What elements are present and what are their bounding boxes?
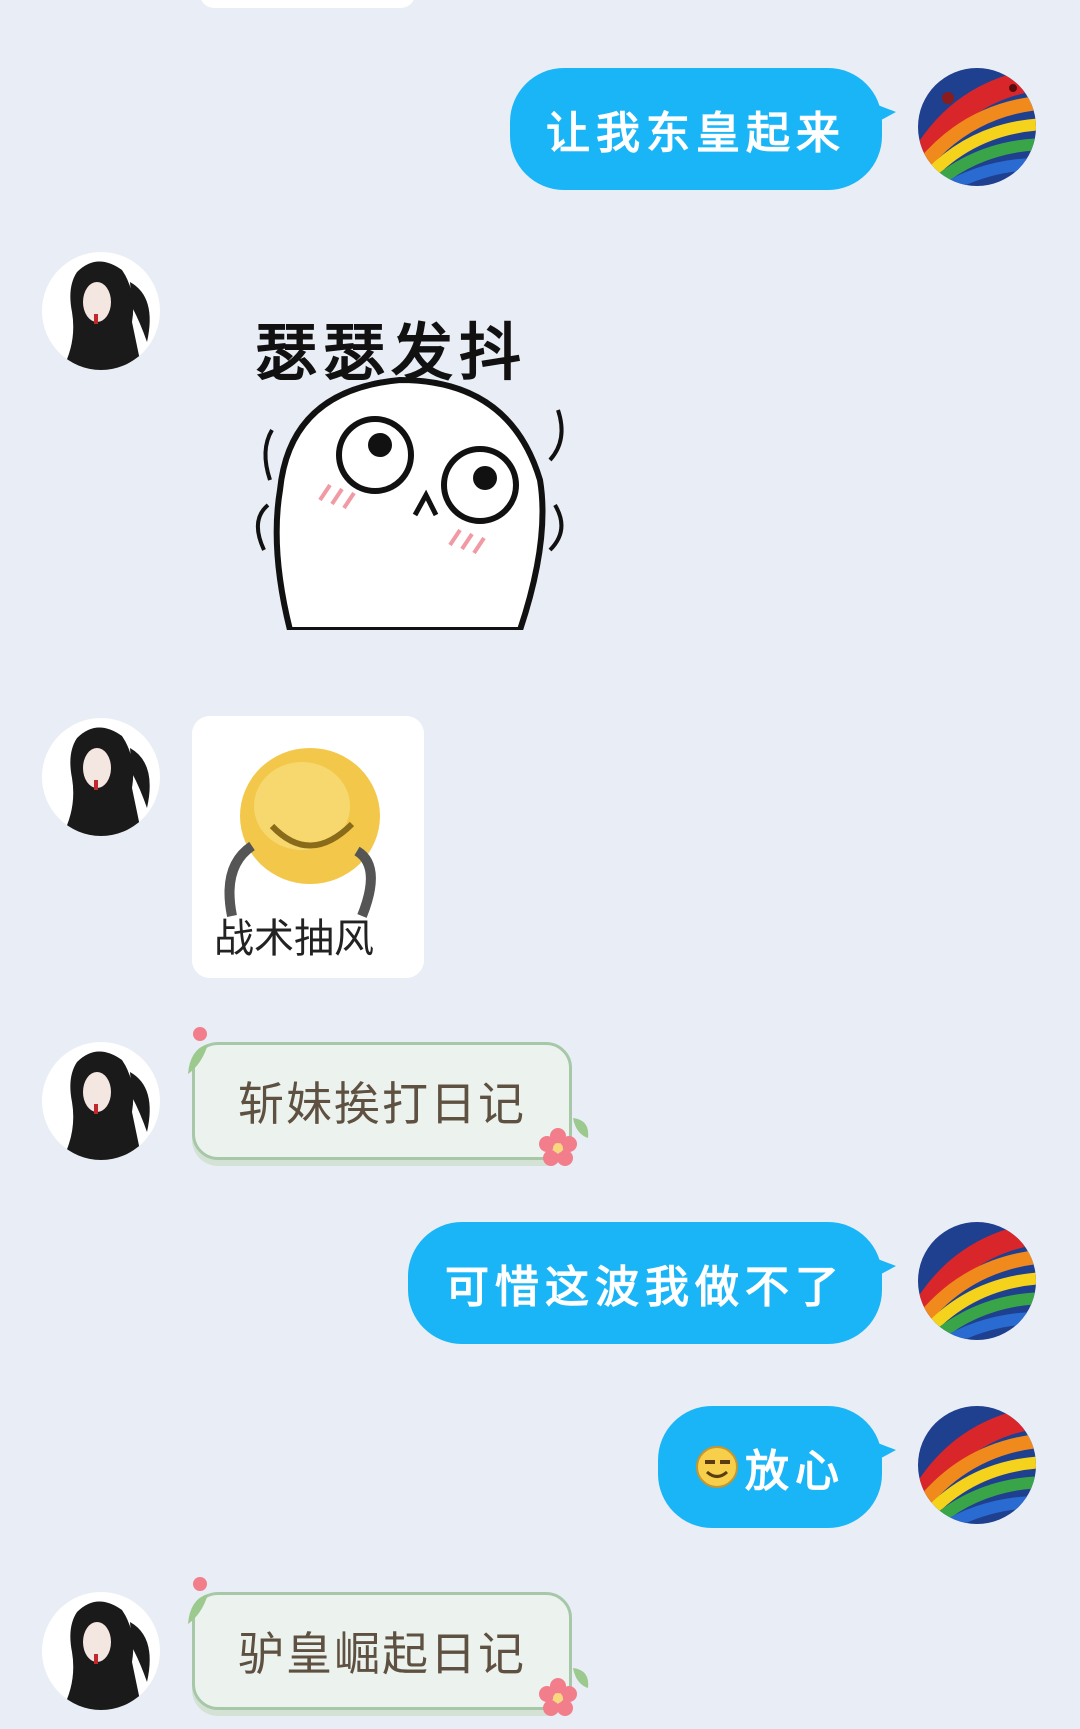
flower-leaf-decoration-icon [188, 1027, 208, 1074]
message-bubble-other[interactable]: 驴皇崛起日记 [192, 1592, 572, 1710]
other-avatar[interactable] [42, 252, 160, 370]
previous-message-fragment [200, 0, 415, 8]
flower-decoration-icon [539, 1668, 589, 1716]
anime-character-avatar-icon [42, 1042, 160, 1160]
other-avatar[interactable] [42, 718, 160, 836]
self-avatar[interactable] [918, 1222, 1036, 1340]
sticker-caption: 战术抽风 [214, 916, 374, 962]
self-avatar[interactable] [918, 1406, 1036, 1524]
grinning-emoji-icon [696, 1446, 738, 1488]
flower-leaf-decoration-icon [188, 1577, 208, 1624]
flower-decoration-icon [539, 1118, 589, 1166]
message-text: 可惜这波我做不了 [445, 1262, 845, 1313]
anime-character-avatar-icon [42, 1592, 160, 1710]
other-avatar[interactable] [42, 1042, 160, 1160]
rainbow-avatar-icon [918, 68, 1036, 186]
message-text: 放心 [745, 1446, 845, 1497]
other-avatar[interactable] [42, 1592, 160, 1710]
message-text: 让我东皇起来 [546, 108, 846, 159]
anime-character-avatar-icon [42, 718, 160, 836]
anime-character-avatar-icon [42, 252, 160, 370]
sticker-caption: 瑟瑟发抖 [255, 316, 528, 389]
sticker-tactical-twitch[interactable]: 战术抽风 [192, 716, 424, 978]
message-bubble-self[interactable]: 放心 [658, 1406, 896, 1528]
message-bubble-self[interactable]: 让我东皇起来 [510, 68, 896, 190]
message-text: 驴皇崛起日记 [238, 1627, 526, 1681]
rainbow-avatar-icon [918, 1222, 1036, 1340]
self-avatar[interactable] [918, 68, 1036, 186]
message-bubble-other[interactable]: 斩妹挨打日记 [192, 1042, 572, 1160]
chat-area[interactable]: 让我东皇起来 瑟瑟发抖 战术抽风 斩妹挨打日记 可惜这波我做不了 放心 驴皇崛起… [0, 0, 1080, 1729]
message-text: 斩妹挨打日记 [238, 1077, 526, 1131]
rainbow-avatar-icon [918, 1406, 1036, 1524]
message-bubble-self[interactable]: 可惜这波我做不了 [408, 1222, 896, 1344]
